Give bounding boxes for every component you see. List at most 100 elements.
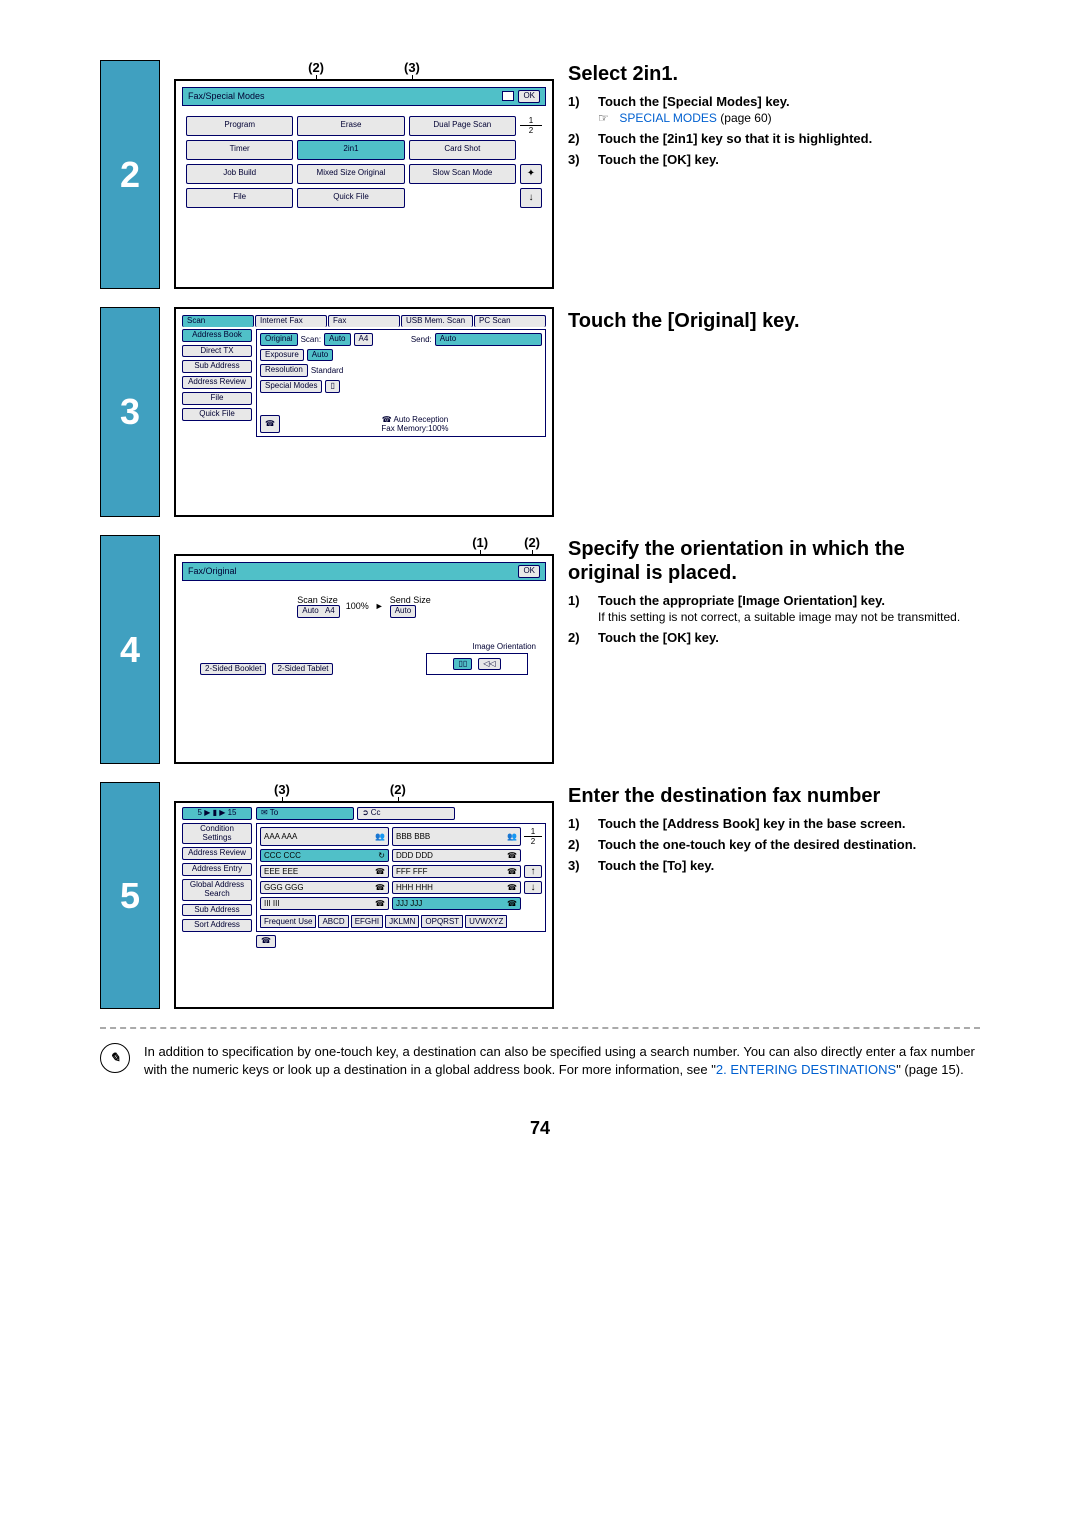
tab-pc-scan[interactable]: PC Scan bbox=[474, 315, 546, 327]
callout-label: (2) bbox=[308, 60, 324, 75]
index-tab[interactable]: ABCD bbox=[318, 915, 348, 928]
special-modes-status-icon: ▯ bbox=[325, 380, 339, 393]
alpha-index-tabs: Frequent Use ABCD EFGHI JKLMN OPQRST UVW… bbox=[260, 915, 542, 928]
2-sided-booklet-button[interactable]: 2-Sided Booklet bbox=[200, 663, 266, 676]
list-item[interactable]: III III☎ bbox=[260, 897, 389, 910]
group-icon: 👥 bbox=[507, 832, 517, 841]
card-shot-button[interactable]: Card Shot bbox=[409, 140, 516, 160]
titlebar-text: Fax/Original bbox=[188, 566, 237, 576]
sub-address-button[interactable]: Sub Address bbox=[182, 360, 252, 373]
timer-button[interactable]: Timer bbox=[186, 140, 293, 160]
scroll-up-button[interactable]: ✦ bbox=[520, 164, 542, 184]
list-item[interactable]: DDD DDD☎ bbox=[392, 849, 521, 862]
ok-button[interactable]: OK bbox=[518, 565, 540, 578]
erase-button[interactable]: Erase bbox=[297, 116, 404, 136]
address-review-button[interactable]: Address Review bbox=[182, 376, 252, 389]
tab-usb-mem-scan[interactable]: USB Mem. Scan bbox=[401, 315, 473, 327]
ui-titlebar: Fax/Special Modes OK bbox=[182, 87, 546, 106]
program-button[interactable]: Program bbox=[186, 116, 293, 136]
scroll-up-button[interactable]: ↑ bbox=[524, 865, 542, 878]
list-item[interactable]: AAA AAA👥 bbox=[260, 827, 389, 846]
direct-tx-button[interactable]: Direct TX bbox=[182, 345, 252, 358]
group-icon: 👥 bbox=[375, 832, 385, 841]
step-3-instructions: Touch the [Original] key. bbox=[568, 307, 980, 517]
2in1-button[interactable]: 2in1 bbox=[297, 140, 404, 160]
to-button[interactable]: ✉ To bbox=[256, 807, 354, 820]
original-button[interactable]: Original bbox=[260, 333, 298, 346]
2-sided-tablet-button[interactable]: 2-Sided Tablet bbox=[272, 663, 333, 676]
sub-address-button[interactable]: Sub Address bbox=[182, 904, 252, 917]
index-tab[interactable]: JKLMN bbox=[385, 915, 419, 928]
quick-file-button[interactable]: Quick File bbox=[297, 188, 404, 208]
dual-page-scan-button[interactable]: Dual Page Scan bbox=[409, 116, 516, 136]
address-entry-button[interactable]: Address Entry bbox=[182, 863, 252, 876]
2in1-status-icon bbox=[502, 91, 514, 101]
address-book-button[interactable]: Address Book bbox=[182, 329, 252, 342]
scan-size-label: Scan Size bbox=[297, 595, 338, 605]
list-item[interactable]: CCC CCC↻ bbox=[260, 849, 389, 862]
step-4-callouts: (1) (2) bbox=[174, 535, 554, 550]
ui-titlebar: Fax/Original OK bbox=[182, 562, 546, 581]
fraction-1-2: 12 bbox=[524, 827, 542, 846]
quick-file-button[interactable]: Quick File bbox=[182, 408, 252, 421]
scroll-down-button[interactable]: ↓ bbox=[520, 188, 542, 208]
step-number-badge: 2 bbox=[100, 60, 160, 289]
resolution-button[interactable]: Resolution bbox=[260, 364, 308, 377]
cc-button[interactable]: ➲ Cc bbox=[357, 807, 455, 820]
instruction-title: Enter the destination fax number bbox=[568, 784, 980, 808]
callout-label: (2) bbox=[390, 782, 406, 797]
mixed-size-button[interactable]: Mixed Size Original bbox=[297, 164, 404, 184]
list-item[interactable]: EEE EEE☎ bbox=[260, 865, 389, 878]
one-touch-list: AAA AAA👥 BBB BBB👥 12 CCC CCC↻ DDD DDD☎ E… bbox=[256, 823, 546, 932]
tab-internet-fax[interactable]: Internet Fax bbox=[255, 315, 327, 327]
mode-tabs: Scan Internet Fax Fax USB Mem. Scan PC S… bbox=[182, 315, 546, 327]
file-button[interactable]: File bbox=[186, 188, 293, 208]
special-modes-link[interactable]: SPECIAL MODES bbox=[619, 111, 717, 125]
file-button[interactable]: File bbox=[182, 392, 252, 405]
list-item[interactable]: HHH HHH☎ bbox=[392, 881, 521, 894]
list-item[interactable]: FFF FFF☎ bbox=[392, 865, 521, 878]
size-percent: 100% bbox=[346, 601, 369, 611]
orientation-toggle: ▯▯ ◁◁ bbox=[426, 653, 528, 676]
send-size-button[interactable]: Auto bbox=[390, 605, 416, 618]
sort-address-button[interactable]: Sort Address bbox=[182, 919, 252, 932]
index-tab[interactable]: EFGHI bbox=[351, 915, 383, 928]
orientation-portrait-button[interactable]: ▯▯ bbox=[453, 658, 472, 671]
condition-settings-button[interactable]: Condition Settings bbox=[182, 823, 252, 845]
titlebar-text: Fax/Special Modes bbox=[188, 91, 265, 101]
phone-icon: ☎ bbox=[507, 867, 517, 876]
count-indicator: 5 ▶ ▮ ▶ 15 bbox=[182, 807, 252, 820]
index-tab[interactable]: Frequent Use bbox=[260, 915, 316, 928]
cc-icon: ➲ bbox=[362, 809, 369, 818]
tab-scan[interactable]: Scan bbox=[182, 315, 254, 327]
step-2-callouts: (2) (3) bbox=[174, 60, 554, 75]
step-5-instructions: Enter the destination fax number 1)Touch… bbox=[568, 782, 980, 1009]
footnote: ✎ In addition to specification by one-to… bbox=[100, 1043, 980, 1078]
tab-fax[interactable]: Fax bbox=[328, 315, 400, 327]
address-book-ui: 5 ▶ ▮ ▶ 15 Condition Settings Address Re… bbox=[174, 801, 554, 1009]
entering-destinations-link[interactable]: 2. ENTERING DESTINATIONS bbox=[716, 1062, 896, 1077]
job-build-button[interactable]: Job Build bbox=[186, 164, 293, 184]
callout-label: (2) bbox=[524, 535, 540, 550]
ok-button[interactable]: OK bbox=[518, 90, 540, 103]
scan-size-button[interactable]: Auto A4 bbox=[297, 605, 340, 618]
orientation-landscape-button[interactable]: ◁◁ bbox=[478, 658, 500, 671]
size-row: Scan Size Auto A4 100% ► Send Size Auto bbox=[192, 595, 536, 618]
step-number-badge: 4 bbox=[100, 535, 160, 764]
special-modes-button[interactable]: Special Modes bbox=[260, 380, 322, 393]
speaker-icon[interactable]: ☎ bbox=[256, 935, 276, 948]
list-item[interactable]: GGG GGG☎ bbox=[260, 881, 389, 894]
list-item[interactable]: JJJ JJJ☎ bbox=[392, 897, 521, 910]
instruction-title: Select 2in1. bbox=[568, 62, 980, 86]
global-search-button[interactable]: Global Address Search bbox=[182, 879, 252, 901]
address-review-button[interactable]: Address Review bbox=[182, 847, 252, 860]
phone-icon: ☎ bbox=[507, 851, 517, 860]
slow-scan-button[interactable]: Slow Scan Mode bbox=[409, 164, 516, 184]
speaker-icon[interactable]: ☎ bbox=[260, 415, 280, 433]
scroll-down-button[interactable]: ↓ bbox=[524, 881, 542, 894]
index-tab[interactable]: UVWXYZ bbox=[465, 915, 507, 928]
list-item[interactable]: BBB BBB👥 bbox=[392, 827, 521, 846]
exposure-button[interactable]: Exposure bbox=[260, 349, 304, 362]
callout-label: (1) bbox=[472, 535, 488, 550]
index-tab[interactable]: OPQRST bbox=[421, 915, 463, 928]
